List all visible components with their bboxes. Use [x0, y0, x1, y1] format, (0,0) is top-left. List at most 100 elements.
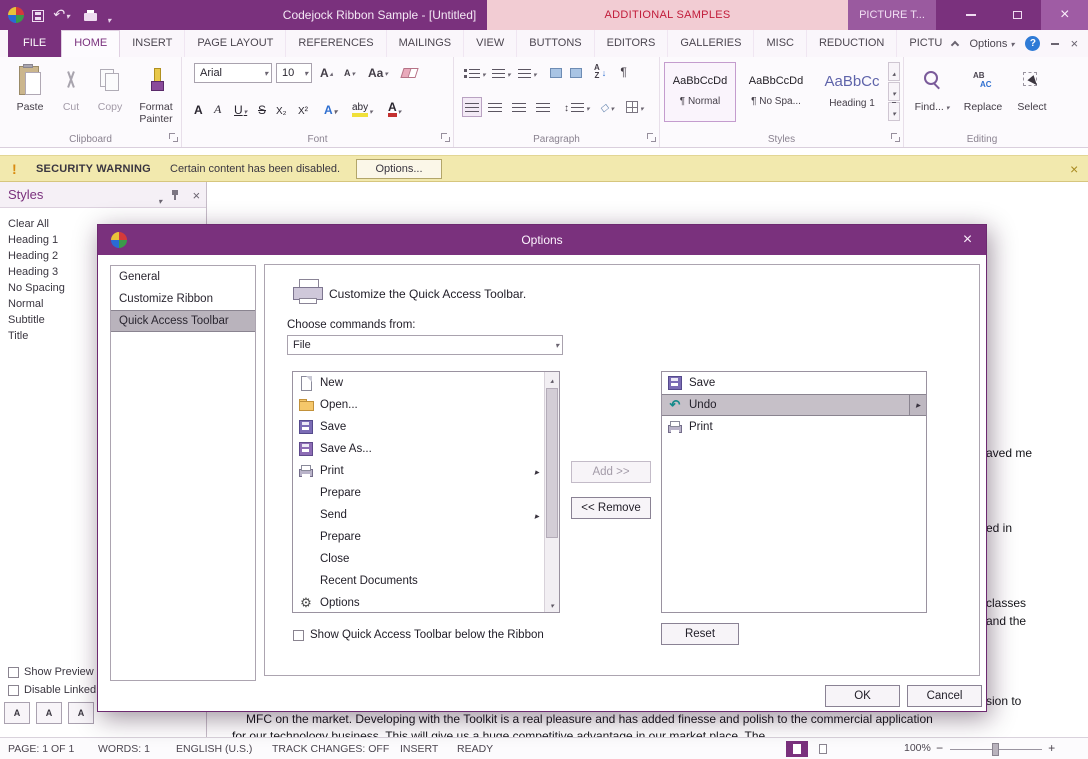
close-button[interactable] [1041, 0, 1088, 30]
text-effects-button[interactable]: A [322, 97, 339, 117]
cut-button[interactable]: Cut [54, 62, 88, 113]
manage-styles-button[interactable] [68, 702, 94, 724]
clear-formatting-button[interactable] [400, 63, 419, 83]
select-button[interactable]: Select [1010, 62, 1054, 113]
numbering-button[interactable] [490, 63, 513, 83]
remove-button[interactable]: << Remove [571, 497, 651, 519]
zoom-level[interactable]: 100% [904, 742, 931, 754]
command-item-prepare-2[interactable]: Prepare [293, 526, 559, 548]
qat-print-button[interactable] [84, 7, 97, 23]
command-item-print[interactable]: Print [293, 460, 559, 482]
highlight-color-button[interactable]: aby [350, 97, 375, 117]
styles-gallery-more-button[interactable] [888, 102, 900, 121]
tab-page-layout[interactable]: PAGE LAYOUT [185, 30, 286, 57]
style-normal[interactable]: AaBbCcDd ¶ Normal [664, 62, 736, 122]
find-button[interactable]: Find... [908, 62, 956, 113]
bullets-button[interactable] [462, 63, 488, 83]
close-pane-button[interactable] [192, 187, 200, 205]
font-color-button[interactable]: A [386, 97, 403, 117]
qat-item-undo[interactable]: Undo [662, 394, 926, 416]
ok-button[interactable]: OK [825, 685, 900, 707]
qat-customize-menu-button[interactable] [107, 11, 111, 27]
show-qat-below-checkbox[interactable]: Show Quick Access Toolbar below the Ribb… [293, 629, 544, 641]
view-print-layout-button[interactable] [786, 741, 808, 757]
borders-button[interactable] [624, 97, 646, 117]
choose-commands-select[interactable]: File [287, 335, 563, 355]
cancel-button[interactable]: Cancel [907, 685, 982, 707]
show-marks-button[interactable] [618, 62, 628, 82]
tab-reduction[interactable]: REDUCTION [807, 30, 897, 57]
subscript-button[interactable]: X₂ [274, 97, 289, 117]
scrollbar-thumb[interactable] [546, 388, 558, 538]
strikethrough-button[interactable]: S [256, 97, 268, 117]
decrease-indent-button[interactable] [548, 63, 564, 83]
nav-item-quick-access-toolbar[interactable]: Quick Access Toolbar [111, 310, 255, 332]
command-item-open[interactable]: Open... [293, 394, 559, 416]
grow-font-button[interactable]: A [318, 63, 335, 83]
command-item-save-as[interactable]: Save As... [293, 438, 559, 460]
status-insert-mode[interactable]: INSERT [400, 743, 438, 755]
replace-button[interactable]: Replace [958, 62, 1008, 113]
security-options-button[interactable]: Options... [356, 159, 442, 179]
collapse-ribbon-button[interactable] [952, 39, 958, 48]
tab-misc[interactable]: MISC [754, 30, 807, 57]
reset-button[interactable]: Reset [661, 623, 739, 645]
nav-item-customize-ribbon[interactable]: Customize Ribbon [111, 288, 255, 310]
superscript-button[interactable]: X² [296, 97, 310, 117]
bold-button[interactable]: A [192, 97, 205, 117]
tab-references[interactable]: REFERENCES [286, 30, 386, 57]
status-page[interactable]: PAGE: 1 OF 1 [8, 743, 74, 755]
tab-insert[interactable]: INSERT [120, 30, 185, 57]
item-submenu-button[interactable] [909, 395, 926, 415]
warning-close-button[interactable] [1070, 161, 1078, 177]
nav-item-general[interactable]: General [111, 266, 255, 288]
minimize-button[interactable] [947, 0, 994, 30]
paragraph-dialog-launcher[interactable] [647, 133, 656, 142]
document-minimize-button[interactable] [1051, 43, 1059, 45]
clipboard-dialog-launcher[interactable] [169, 133, 178, 142]
styles-scroll-down-button[interactable] [888, 82, 900, 101]
maximize-button[interactable] [994, 0, 1041, 30]
command-item-new[interactable]: New [293, 372, 559, 394]
qat-undo-button[interactable] [52, 7, 70, 23]
commands-list-scrollbar[interactable] [544, 372, 559, 612]
command-item-save[interactable]: Save [293, 416, 559, 438]
qat-item-print[interactable]: Print [662, 416, 926, 438]
increase-indent-button[interactable] [568, 63, 584, 83]
show-preview-checkbox[interactable]: Show Preview [8, 666, 94, 678]
contextual-tab-picture-tools[interactable]: PICTURE T... [848, 0, 936, 30]
tab-view[interactable]: VIEW [464, 30, 517, 57]
status-words[interactable]: WORDS: 1 [98, 743, 150, 755]
tab-buttons[interactable]: BUTTONS [517, 30, 594, 57]
font-dialog-launcher[interactable] [441, 133, 450, 142]
command-item-recent-documents[interactable]: Recent Documents [293, 570, 559, 592]
status-track-changes[interactable]: TRACK CHANGES: OFF [272, 743, 389, 755]
new-style-button[interactable] [4, 702, 30, 724]
command-item-send[interactable]: Send [293, 504, 559, 526]
style-inspector-button[interactable] [36, 702, 62, 724]
ribbon-options-button[interactable]: Options [969, 38, 1014, 50]
styles-scroll-up-button[interactable] [888, 62, 900, 81]
justify-button[interactable] [534, 97, 552, 117]
shading-button[interactable] [598, 97, 616, 117]
app-logo-icon[interactable] [8, 7, 24, 23]
paste-button[interactable]: Paste [8, 62, 52, 113]
scroll-down-button[interactable] [545, 597, 559, 612]
format-painter-button[interactable]: Format Painter [132, 62, 180, 125]
command-item-close[interactable]: Close [293, 548, 559, 570]
tab-file[interactable]: FILE [8, 30, 61, 57]
font-family-select[interactable]: Arial [194, 63, 272, 83]
style-heading-1[interactable]: AaBbCc Heading 1 [816, 62, 888, 122]
align-center-button[interactable] [486, 97, 504, 117]
command-item-options[interactable]: Options [293, 592, 559, 614]
qat-save-button[interactable] [32, 8, 44, 24]
shrink-font-button[interactable]: A [342, 63, 357, 83]
pin-icon[interactable] [170, 189, 180, 201]
view-web-layout-button[interactable] [812, 741, 834, 757]
align-right-button[interactable] [510, 97, 528, 117]
italic-button[interactable]: A [212, 97, 223, 117]
tab-mailings[interactable]: MAILINGS [387, 30, 465, 57]
scroll-up-button[interactable] [545, 372, 559, 387]
copy-button[interactable]: Copy [90, 62, 130, 113]
font-size-select[interactable]: 10 [276, 63, 312, 83]
